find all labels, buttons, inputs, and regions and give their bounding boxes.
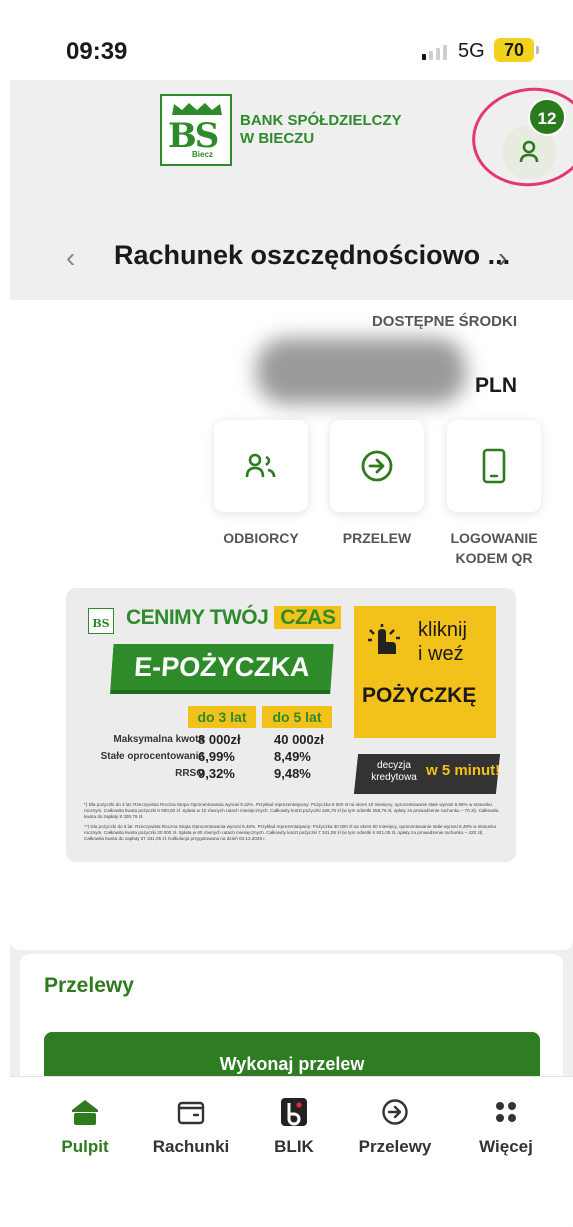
recipients-icon bbox=[245, 453, 276, 478]
phone-icon bbox=[482, 448, 506, 484]
transfer-button[interactable] bbox=[330, 420, 424, 512]
banner-row-value: 9,48% bbox=[274, 766, 311, 781]
banner-row-label: Stałe oprocentowanie bbox=[100, 751, 204, 762]
nav-item-pulpit[interactable]: Pulpit bbox=[52, 1097, 118, 1157]
blik-icon bbox=[281, 1098, 307, 1126]
banner-row-value: 6,99% bbox=[198, 749, 235, 764]
nav-label-przelewy: Przelewy bbox=[358, 1137, 432, 1156]
wallet-icon bbox=[177, 1101, 205, 1125]
nav-item-blik[interactable]: BLIK bbox=[264, 1097, 324, 1157]
recipients-label: ODBIORCY bbox=[223, 530, 299, 546]
banner-cta-main: POŻYCZKĘ bbox=[362, 684, 477, 707]
nav-item-przelewy[interactable]: Przelewy bbox=[350, 1097, 440, 1157]
banner-cta-line1: kliknij bbox=[418, 619, 467, 641]
banner-row-value: 8 000zł bbox=[198, 732, 241, 747]
annotation-circle bbox=[465, 80, 573, 194]
currency-label: PLN bbox=[475, 374, 517, 397]
more-dots-icon bbox=[496, 1102, 516, 1122]
nav-label-blik: BLIK bbox=[274, 1137, 314, 1156]
account-selector: ‹ Rachunek oszczędnościowo ... › bbox=[10, 238, 573, 278]
signal-icon bbox=[422, 44, 448, 60]
banner-cta-line2: i weź bbox=[418, 643, 464, 665]
logo-mark: BS Biecz bbox=[160, 94, 232, 166]
banner-row-value: 9,32% bbox=[198, 766, 235, 781]
transfers-title: Przelewy bbox=[44, 974, 134, 997]
bank-logo: BS Biecz BANK SPÓŁDZIELCZY W BIECZU bbox=[160, 94, 402, 166]
banner-decision-text: decyzja kredytowa bbox=[371, 760, 417, 783]
banner-row-value: 8,49% bbox=[274, 749, 311, 764]
bank-name-line1: BANK SPÓŁDZIELCZY bbox=[240, 112, 402, 129]
banner-headline-text: CENIMY TWÓJ bbox=[126, 606, 269, 629]
banner-logo: BS bbox=[88, 608, 114, 634]
banner-fine-print-1: *) Dla pożyczki do 3 lat: Rzeczywista Ro… bbox=[84, 802, 499, 819]
transfer-label: PRZELEW bbox=[342, 530, 412, 546]
qr-login-label-line1: LOGOWANIE bbox=[450, 530, 538, 546]
qr-login-label: LOGOWANIE KODEM QR bbox=[440, 528, 548, 568]
banner-fine-print-2: **) Dla pożyczki do 5 lat: Rzeczywista R… bbox=[84, 824, 497, 841]
transfer-arrow-icon bbox=[382, 1099, 408, 1125]
banner-col1-header: do 3 lat bbox=[188, 706, 256, 728]
bottom-nav: Pulpit Rachunki BLIK Przelewy Więcej bbox=[10, 1076, 573, 1227]
promo-banner[interactable]: BS CENIMY TWÓJ CZAS E-POŻYCZKA kliknij i … bbox=[66, 588, 516, 862]
nav-label-pulpit: Pulpit bbox=[61, 1137, 109, 1156]
account-name[interactable]: Rachunek oszczędnościowo ... bbox=[114, 240, 510, 271]
banner-row-label: RRSO bbox=[175, 768, 204, 779]
status-time: 09:39 bbox=[66, 38, 128, 65]
banner-product: E-POŻYCZKA bbox=[110, 644, 334, 690]
nav-label-rachunki: Rachunki bbox=[152, 1137, 230, 1156]
home-icon bbox=[72, 1100, 98, 1125]
bank-name: BANK SPÓŁDZIELCZY W BIECZU bbox=[240, 112, 402, 148]
nav-item-rachunki[interactable]: Rachunki bbox=[146, 1097, 236, 1157]
crown-icon bbox=[172, 103, 222, 115]
balance-amount-hidden bbox=[256, 338, 466, 404]
banner-cta-text: kliknij i weź bbox=[418, 618, 467, 666]
banner-headline: CENIMY TWÓJ CZAS bbox=[126, 606, 342, 630]
chevron-right-icon[interactable]: › bbox=[498, 242, 507, 274]
banner-row-label: Maksymalna kwota bbox=[113, 734, 204, 745]
status-bar: 09:39 5G 70 bbox=[10, 10, 573, 80]
banner-decision-time: w 5 minut! bbox=[426, 762, 501, 779]
network-type: 5G bbox=[458, 40, 485, 62]
available-funds-label: DOSTĘPNE ŚRODKI bbox=[371, 313, 517, 330]
chevron-left-icon[interactable]: ‹ bbox=[66, 242, 75, 274]
banner-col2-header: do 5 lat bbox=[262, 706, 332, 728]
qr-login-label-line2: KODEM QR bbox=[455, 550, 533, 566]
banner-headline-highlight: CZAS bbox=[274, 606, 342, 629]
banner-row-value: 40 000zł bbox=[274, 732, 324, 747]
app-screen: 09:39 5G 70 BS Biecz BANK SPÓŁDZIELCZY W… bbox=[10, 10, 573, 1227]
recipients-button[interactable] bbox=[214, 420, 308, 512]
battery-icon: 70 bbox=[494, 38, 539, 62]
qr-login-button[interactable] bbox=[447, 420, 541, 512]
tap-hand-icon bbox=[368, 624, 400, 654]
logo-subtext: Biecz bbox=[192, 150, 213, 159]
nav-item-wiecej[interactable]: Więcej bbox=[466, 1097, 546, 1157]
nav-label-wiecej: Więcej bbox=[479, 1137, 533, 1156]
transfer-arrow-icon bbox=[361, 450, 393, 482]
bank-name-line2: W BIECZU bbox=[240, 130, 315, 147]
